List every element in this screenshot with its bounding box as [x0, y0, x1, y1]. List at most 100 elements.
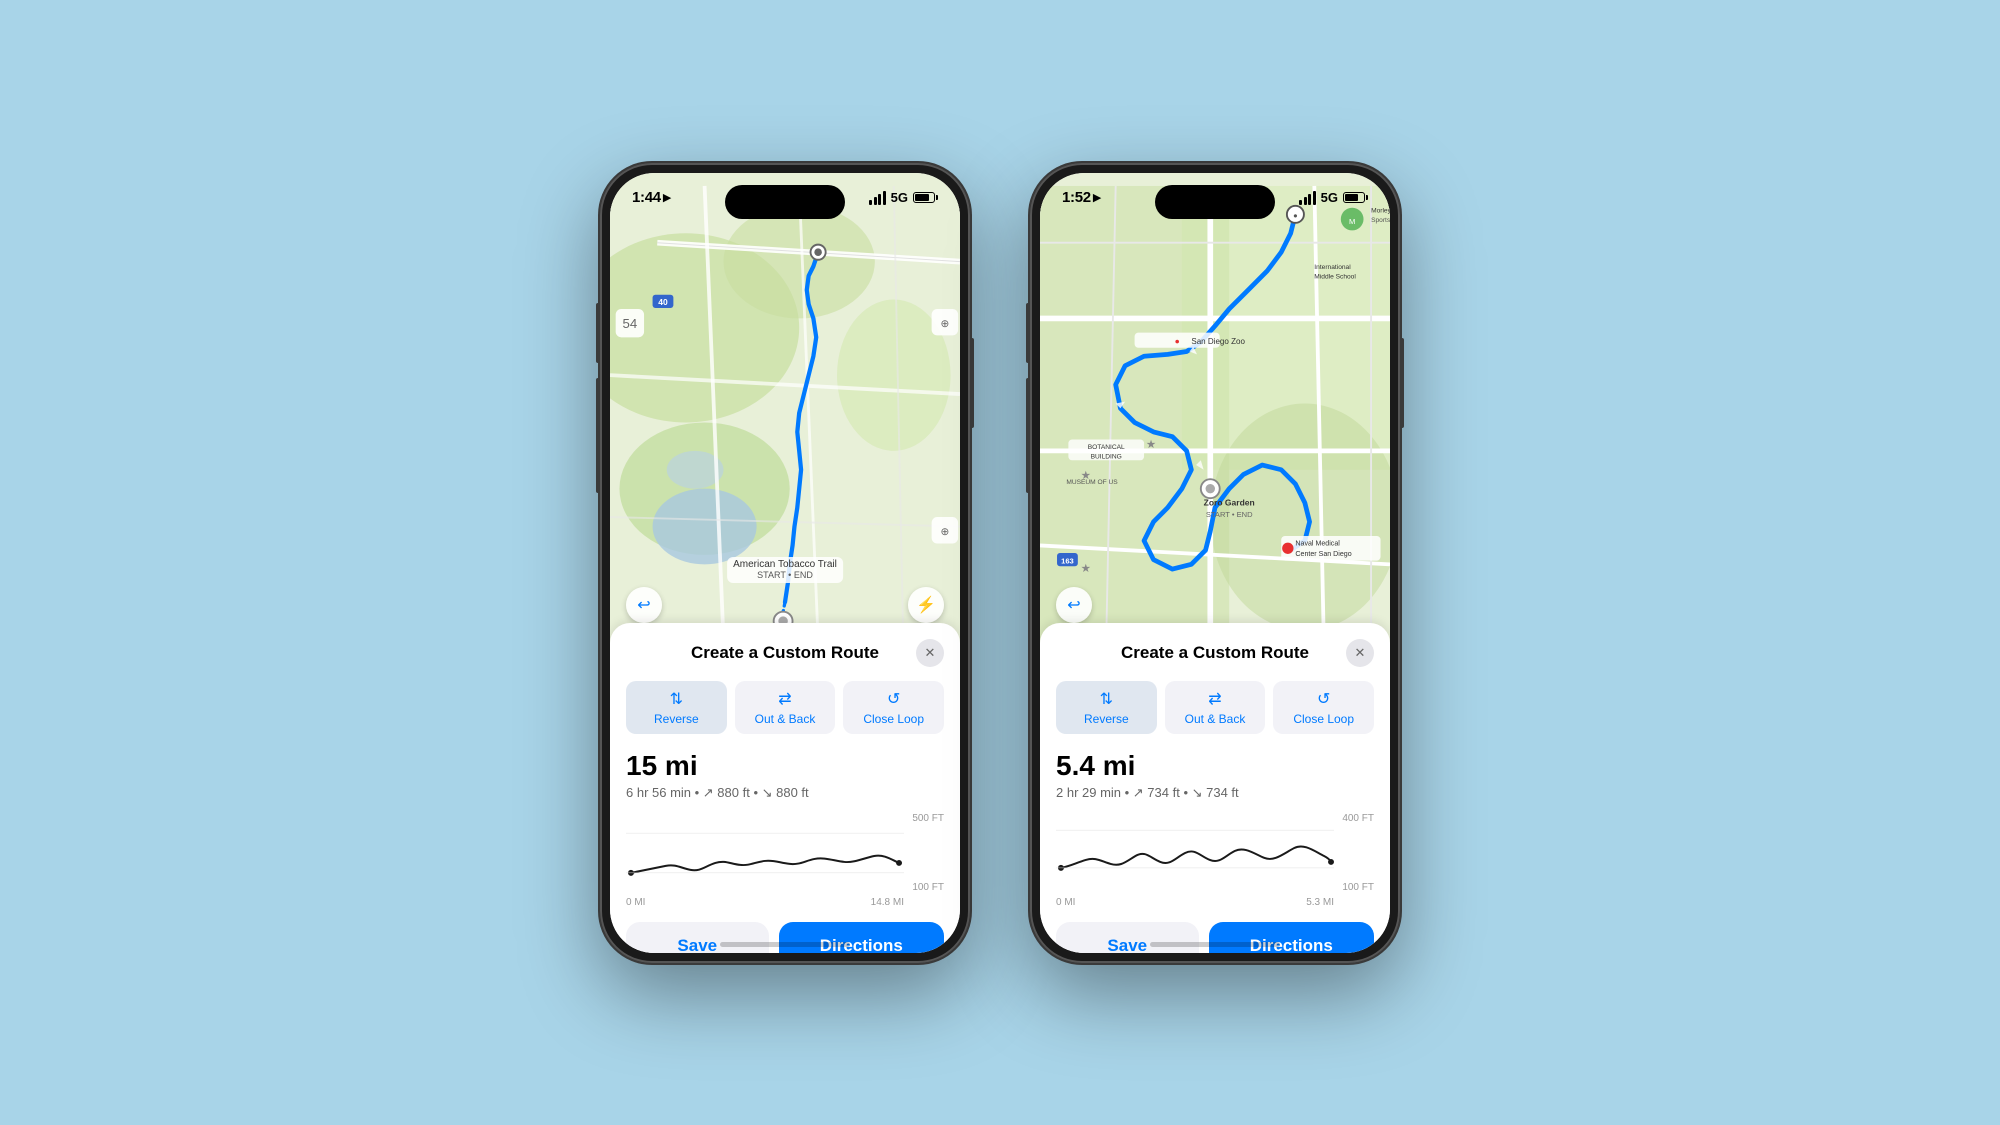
home-indicator-1: [720, 942, 850, 947]
panel-header-2: Create a Custom Route ✕: [1056, 639, 1374, 667]
phone-2: 1:52 ▶ 5G: [1030, 163, 1400, 963]
time-1: 1:44: [632, 189, 661, 206]
save-button-1[interactable]: Save: [626, 922, 769, 953]
close-loop-icon-2: ↺: [1317, 689, 1330, 709]
close-loop-label-2: Close Loop: [1293, 712, 1354, 726]
chart-x-labels-1: 0 MI 14.8 MI: [626, 897, 944, 908]
x-end-1: 14.8 MI: [871, 897, 904, 908]
out-back-icon-1: ⇄: [778, 689, 791, 709]
location-icon-2: ▶: [1093, 191, 1101, 204]
close-loop-icon-1: ↺: [887, 689, 900, 709]
svg-text:40: 40: [658, 297, 668, 307]
chart-area-1: [626, 813, 904, 893]
svg-text:International: International: [1314, 264, 1351, 271]
status-icons-2: 5G: [1299, 190, 1368, 205]
svg-text:M: M: [1349, 216, 1355, 225]
svg-text:★: ★: [1146, 438, 1156, 450]
reverse-icon-2: ⇅: [1100, 689, 1113, 709]
close-button-2[interactable]: ✕: [1346, 639, 1374, 667]
network-2: 5G: [1321, 190, 1338, 205]
elev-labels-right-1: 500 FT 100 FT: [912, 813, 944, 893]
signal-1: [869, 191, 886, 205]
elev-labels-right-2: 400 FT 100 FT: [1342, 813, 1374, 893]
panel-title-2: Create a Custom Route: [1084, 643, 1346, 663]
svg-text:163: 163: [1061, 556, 1074, 565]
phone-1: 1:44 ▶ 5G: [600, 163, 970, 963]
close-button-1[interactable]: ✕: [916, 639, 944, 667]
svg-text:54: 54: [622, 315, 637, 330]
battery-1: [913, 192, 938, 203]
elevation-chart-2: 400 FT 100 FT: [1056, 813, 1374, 893]
map-area-1: 54 ⊕ ⊕ 40 American Tobacco Trail START •…: [610, 173, 960, 653]
reverse-button-2[interactable]: ⇅ Reverse: [1056, 681, 1157, 734]
signal-2: [1299, 191, 1316, 205]
svg-text:BUILDING: BUILDING: [1091, 453, 1122, 460]
directions-button-2[interactable]: Directions: [1209, 922, 1374, 953]
reverse-label-2: Reverse: [1084, 712, 1129, 726]
bottom-panel-2: Create a Custom Route ✕ ⇅ Reverse ⇄ Out …: [1040, 623, 1390, 953]
distance-1: 15 mi: [626, 750, 944, 782]
reverse-button-1[interactable]: ⇅ Reverse: [626, 681, 727, 734]
status-icons-1: 5G: [869, 190, 938, 205]
svg-text:Naval Medical: Naval Medical: [1295, 539, 1340, 547]
svg-text:⊕: ⊕: [941, 527, 950, 538]
directions-button-1[interactable]: Directions: [779, 922, 944, 953]
chart-x-labels-2: 0 MI 5.3 MI: [1056, 897, 1374, 908]
svg-text:Sports C...: Sports C...: [1371, 216, 1390, 223]
route-options-2: ⇅ Reverse ⇄ Out & Back ↺ Close Loop: [1056, 681, 1374, 734]
save-button-2[interactable]: Save: [1056, 922, 1199, 953]
time-2: 1:52: [1062, 189, 1091, 206]
svg-text:⊕: ⊕: [941, 318, 950, 329]
network-1: 5G: [891, 190, 908, 205]
route-options-1: ⇅ Reverse ⇄ Out & Back ↺ Close Loop: [626, 681, 944, 734]
svg-text:Middle School: Middle School: [1314, 273, 1356, 280]
elev-top-2: 400 FT: [1342, 813, 1374, 824]
route-details-1: 6 hr 56 min • ↗ 880 ft • ↘ 880 ft: [626, 785, 944, 801]
panel-title-1: Create a Custom Route: [654, 643, 916, 663]
elev-bot-2: 100 FT: [1342, 882, 1374, 893]
svg-text:MUSEUM OF US: MUSEUM OF US: [1066, 478, 1118, 485]
route-details-2: 2 hr 29 min • ↗ 734 ft • ↘ 734 ft: [1056, 785, 1374, 801]
svg-text:●: ●: [1175, 335, 1180, 345]
panel-header-1: Create a Custom Route ✕: [626, 639, 944, 667]
out-back-button-2[interactable]: ⇄ Out & Back: [1165, 681, 1266, 734]
close-loop-button-2[interactable]: ↺ Close Loop: [1273, 681, 1374, 734]
svg-text:San Diego Zoo: San Diego Zoo: [1191, 336, 1245, 345]
home-indicator-2: [1150, 942, 1280, 947]
out-back-icon-2: ⇄: [1208, 689, 1221, 709]
close-loop-label-1: Close Loop: [863, 712, 924, 726]
close-loop-button-1[interactable]: ↺ Close Loop: [843, 681, 944, 734]
reverse-icon-1: ⇅: [670, 689, 683, 709]
location-icon-1: ▶: [663, 191, 671, 204]
svg-text:START • END: START • END: [1206, 510, 1253, 519]
battery-2: [1343, 192, 1368, 203]
out-back-label-1: Out & Back: [755, 712, 816, 726]
x-end-2: 5.3 MI: [1306, 897, 1334, 908]
dynamic-island-2: [1155, 185, 1275, 219]
svg-text:★: ★: [1081, 470, 1091, 482]
elevation-chart-1: 500 FT 100 FT: [626, 813, 944, 893]
x-start-2: 0 MI: [1056, 897, 1075, 908]
back-button-map-1[interactable]: ↩: [626, 587, 662, 623]
svg-text:Center San Diego: Center San Diego: [1295, 549, 1351, 557]
map-svg-2: ● ● San Diego Zoo Zoro Garden START • EN…: [1040, 173, 1390, 653]
distance-2: 5.4 mi: [1056, 750, 1374, 782]
map-svg-1: 54 ⊕ ⊕ 40 American Tobacco Trail START •…: [610, 173, 960, 653]
phone-screen-2: 1:52 ▶ 5G: [1040, 173, 1390, 953]
map-area-2: ● ● San Diego Zoo Zoro Garden START • EN…: [1040, 173, 1390, 653]
action-buttons-2: Save Directions: [1056, 922, 1374, 953]
route-edit-btn-1[interactable]: ⚡: [908, 587, 944, 623]
svg-text:BOTANICAL: BOTANICAL: [1088, 443, 1125, 450]
x-start-1: 0 MI: [626, 897, 645, 908]
out-back-button-1[interactable]: ⇄ Out & Back: [735, 681, 836, 734]
chart-area-2: [1056, 813, 1334, 893]
svg-text:★: ★: [1081, 562, 1091, 574]
svg-text:Zoro Garden: Zoro Garden: [1204, 497, 1255, 507]
out-back-label-2: Out & Back: [1185, 712, 1246, 726]
dynamic-island-1: [725, 185, 845, 219]
action-buttons-1: Save Directions: [626, 922, 944, 953]
back-button-map-2[interactable]: ↩: [1056, 587, 1092, 623]
reverse-label-1: Reverse: [654, 712, 699, 726]
elev-bot-1: 100 FT: [912, 882, 944, 893]
elev-top-1: 500 FT: [912, 813, 944, 824]
